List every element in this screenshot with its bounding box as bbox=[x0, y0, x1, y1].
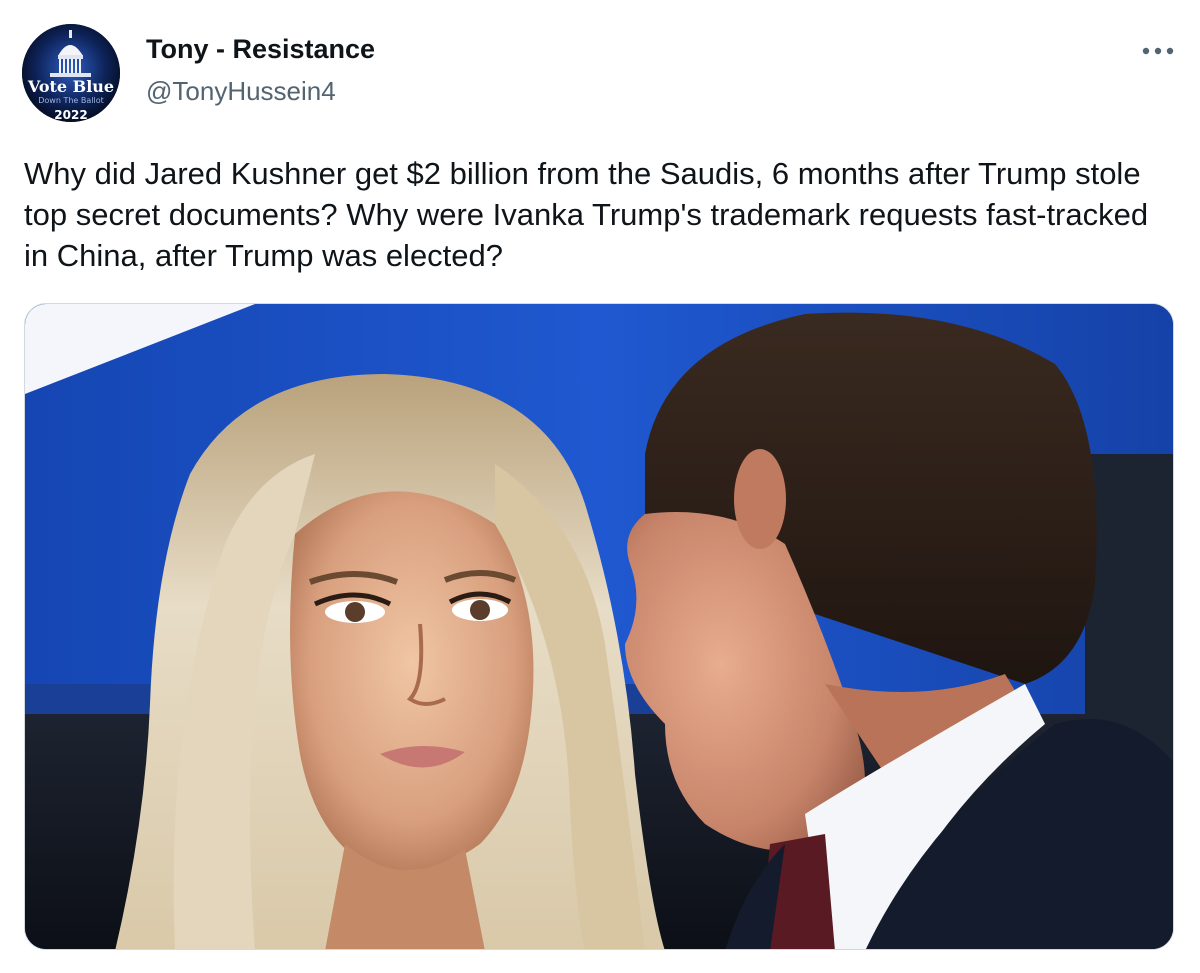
svg-text:2022: 2022 bbox=[54, 108, 87, 122]
svg-text:Vote Blue: Vote Blue bbox=[27, 77, 114, 96]
author-handle[interactable]: @TonyHussein4 bbox=[146, 76, 336, 107]
author-avatar[interactable]: Vote Blue Down The Ballot 2022 bbox=[22, 24, 120, 122]
more-horizontal-icon bbox=[1142, 47, 1174, 55]
tweet-photo[interactable] bbox=[24, 303, 1174, 950]
author-name[interactable]: Tony - Resistance bbox=[146, 34, 375, 65]
capitol-logo-icon: Vote Blue Down The Ballot 2022 bbox=[22, 24, 120, 122]
photo-image bbox=[25, 304, 1173, 949]
tweet-text: Why did Jared Kushner get $2 billion fro… bbox=[24, 156, 1149, 273]
more-options-button[interactable] bbox=[1136, 36, 1180, 66]
tweet-card: Vote Blue Down The Ballot 2022 Tony - Re… bbox=[0, 0, 1200, 973]
svg-text:Down The Ballot: Down The Ballot bbox=[38, 96, 104, 105]
